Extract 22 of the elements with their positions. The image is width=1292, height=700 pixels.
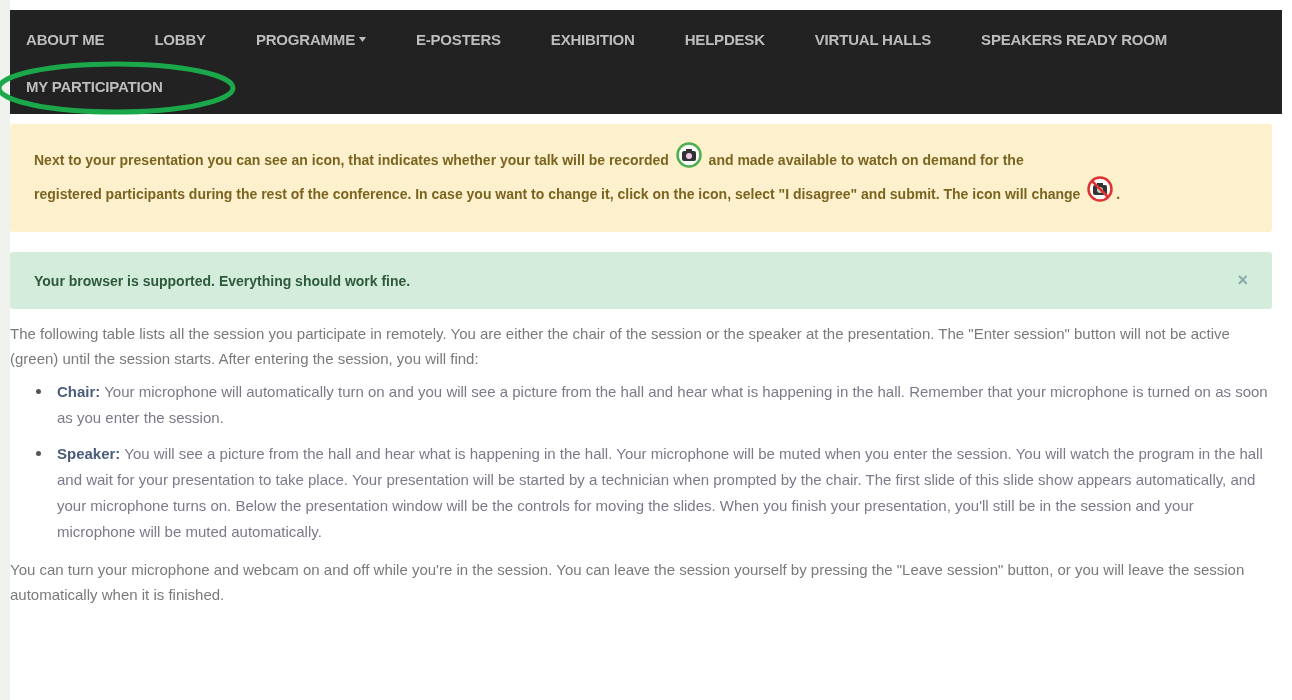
nav-link[interactable]: HELPDESK — [676, 16, 773, 63]
bullet-icon — [36, 389, 41, 394]
warning-text: Next to your presentation you can see an icon, that indicates whether your talk will be recorded — [34, 152, 669, 168]
role-description: Chair: Your microphone will automatically turn on and you will see a picture from the hall and hear what is happening in the hall. Remember that your microphone is turned on as soon as you enter the session. — [57, 382, 1269, 428]
warning-text: and made available to watch on demand for the — [708, 152, 1024, 168]
success-message: Your browser is supported. Everything should work fine. — [34, 272, 411, 289]
intro-paragraph: The following table lists all the session you participate in remotely. You are either the chair of the session or the speaker at the presentation. The "Enter session" button will not be active (green) until the session starts. After entering the session, you will find: — [10, 324, 1231, 369]
camera-icon — [675, 142, 702, 168]
nav-link[interactable]: EXHIBITION — [542, 16, 643, 63]
camera-off-icon — [1087, 176, 1114, 202]
nav-link[interactable]: E-POSTERS — [407, 16, 509, 63]
warning-text: change — [1031, 186, 1081, 202]
warning-text: . — [1116, 186, 1121, 202]
nav-link[interactable]: ABOUT ME — [18, 16, 113, 63]
bullet-icon — [36, 451, 41, 456]
warning-text: registered participants during the rest of the conference. In case you want to change it, click on the icon, select "I disagree" and submit. The icon will — [34, 186, 1028, 202]
nav-link[interactable]: VIRTUAL HALLS — [806, 16, 940, 63]
nav-link[interactable]: SPEAKERS READY ROOM — [973, 16, 1176, 63]
nav-link[interactable]: PROGRAMME — [247, 16, 374, 63]
role-description: Speaker: You will see a picture from the hall and hear what is happening in the hall. Your microphone will be muted when you enter the session. You will watch the program in the hall and wait for your presentation to take place. Your presentation will be started by a technician when prompted by the chair. The first slide of this slide show appears automatically, and your microphone turns on. Below the presentation window will be the controls for moving the slides. When you finish your presentation, you'll still be in the session and your microphone will be muted automatically. — [57, 444, 1264, 542]
closing-paragraph: You can turn your microphone and webcam on and off while you're in the session. You can leave the session yourself by pressing the "Leave session" button, or you will leave the session automatically when it is finished. — [10, 560, 1246, 605]
nav-link[interactable]: LOBBY — [146, 16, 214, 63]
